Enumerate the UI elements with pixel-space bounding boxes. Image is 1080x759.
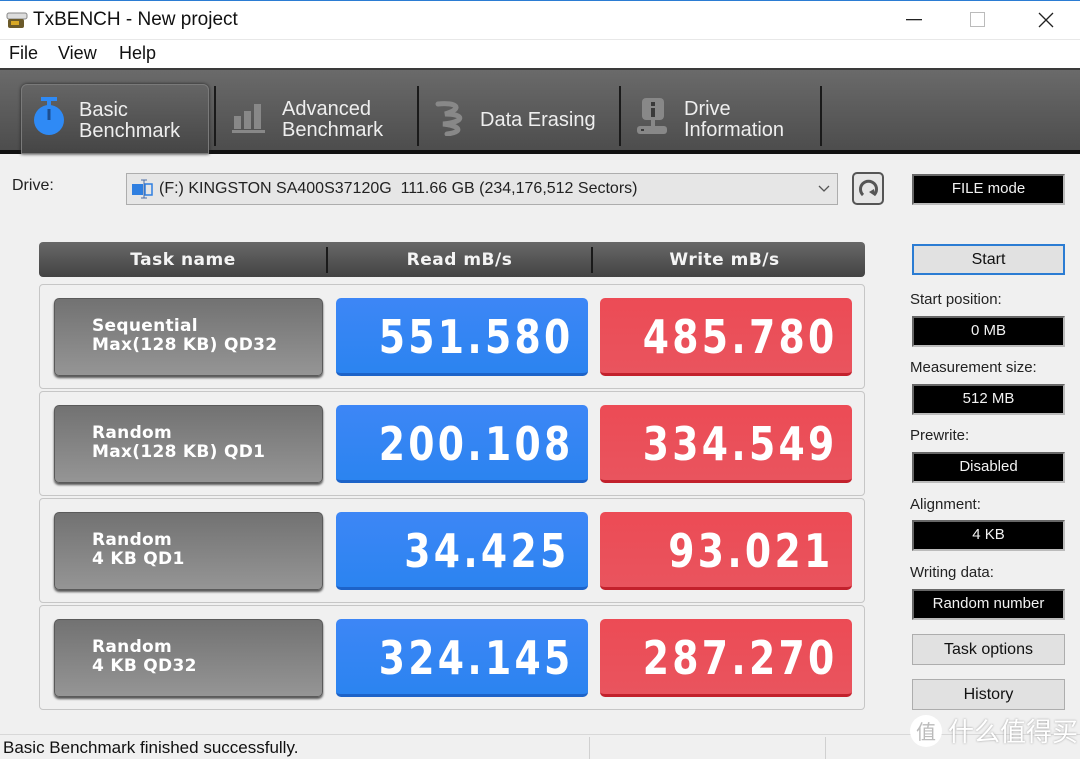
drive-label: Drive: (12, 177, 54, 194)
tab-basic-benchmark[interactable]: Basic Benchmark (21, 84, 209, 154)
write-value-text: 485.780 (642, 310, 838, 364)
writing-data-value[interactable]: Random number (912, 589, 1065, 620)
write-value: 93.021 (600, 512, 852, 590)
write-value: 334.549 (600, 405, 852, 483)
stopwatch-icon (34, 97, 64, 135)
read-value-text: 324.145 (378, 631, 574, 685)
prewrite-value[interactable]: Disabled (912, 452, 1065, 483)
watermark-badge-icon: 值 (910, 714, 942, 747)
tab-divider (417, 86, 419, 146)
app-icon (6, 12, 28, 28)
start-position-label: Start position: (910, 291, 1002, 308)
tab-label: Drive Information (684, 98, 785, 141)
read-value-text: 34.425 (404, 524, 570, 578)
title-bar: TxBENCH - New project (0, 0, 1080, 39)
minimize-icon (906, 19, 922, 21)
header-task-name: Task name (130, 250, 236, 270)
results-header: Task name Read mB/s Write mB/s (39, 242, 865, 277)
read-value: 324.145 (336, 619, 588, 697)
tab-divider (214, 86, 216, 146)
history-button[interactable]: History (912, 679, 1065, 710)
write-value: 485.780 (600, 298, 852, 376)
file-mode-display: FILE mode (912, 174, 1065, 205)
drive-select[interactable]: (F:) KINGSTON SA400S37120G 111.66 GB (23… (126, 173, 838, 205)
status-divider (825, 737, 826, 759)
tab-advanced-benchmark[interactable]: Advanced Benchmark (220, 84, 415, 154)
bar-chart-icon (232, 104, 265, 133)
task-options-button[interactable]: Task options (912, 634, 1065, 665)
drive-icon (132, 179, 153, 199)
alignment-label: Alignment: (910, 496, 981, 513)
header-write: Write mB/s (669, 250, 780, 270)
maximize-button[interactable] (946, 1, 1010, 39)
main-toolbar: Basic Benchmark Advanced Benchmark Data … (0, 68, 1080, 154)
status-text: Basic Benchmark finished successfully. (3, 738, 299, 757)
refresh-button[interactable] (852, 172, 884, 205)
read-value-text: 200.108 (378, 417, 574, 471)
menu-view[interactable]: View (58, 43, 97, 64)
alignment-value[interactable]: 4 KB (912, 520, 1065, 551)
prewrite-label: Prewrite: (910, 427, 970, 444)
menu-help[interactable]: Help (119, 43, 156, 64)
task-button[interactable]: Random 4 KB QD1 (54, 512, 323, 590)
close-button[interactable] (1014, 1, 1078, 39)
result-row: Random 4 KB QD32 324.145 287.270 (39, 605, 865, 710)
write-value-text: 334.549 (642, 417, 838, 471)
tab-label: Data Erasing (480, 109, 596, 131)
chevron-down-icon (818, 185, 830, 192)
header-read: Read mB/s (406, 250, 513, 270)
drive-info-icon (637, 98, 667, 134)
task-button[interactable]: Random Max(128 KB) QD1 (54, 405, 323, 483)
eraser-icon (435, 101, 463, 136)
tab-drive-information[interactable]: Drive Information (625, 84, 820, 154)
refresh-icon (859, 179, 878, 196)
write-value-text: 287.270 (642, 631, 838, 685)
read-value: 200.108 (336, 405, 588, 483)
minimize-button[interactable] (882, 1, 946, 39)
task-button[interactable]: Sequential Max(128 KB) QD32 (54, 298, 323, 376)
menu-bar: File View Help (0, 39, 1080, 68)
tab-divider (820, 86, 822, 146)
read-value: 34.425 (336, 512, 588, 590)
tab-label: Advanced Benchmark (282, 98, 384, 141)
close-icon (1038, 12, 1054, 28)
measurement-size-value[interactable]: 512 MB (912, 384, 1065, 415)
window-title: TxBENCH - New project (33, 9, 238, 30)
status-divider (589, 737, 590, 759)
writing-data-label: Writing data: (910, 564, 994, 581)
drive-selected-value: (F:) KINGSTON SA400S37120G 111.66 GB (23… (159, 180, 638, 197)
tab-data-erasing[interactable]: Data Erasing (423, 84, 618, 154)
write-value: 287.270 (600, 619, 852, 697)
menu-file[interactable]: File (9, 43, 38, 64)
result-row: Random 4 KB QD1 34.425 93.021 (39, 498, 865, 603)
result-row: Sequential Max(128 KB) QD32 551.580 485.… (39, 284, 865, 389)
start-position-value[interactable]: 0 MB (912, 316, 1065, 347)
start-button[interactable]: Start (912, 244, 1065, 275)
result-row: Random Max(128 KB) QD1 200.108 334.549 (39, 391, 865, 496)
watermark: 值 什么值得买 (910, 712, 1078, 749)
write-value-text: 93.021 (668, 524, 834, 578)
tab-label: Basic Benchmark (79, 99, 181, 142)
task-button[interactable]: Random 4 KB QD32 (54, 619, 323, 697)
tab-divider (619, 86, 621, 146)
read-value-text: 551.580 (378, 310, 574, 364)
maximize-icon (970, 12, 985, 27)
measurement-size-label: Measurement size: (910, 359, 1037, 376)
read-value: 551.580 (336, 298, 588, 376)
watermark-text: 什么值得买 (948, 717, 1079, 747)
